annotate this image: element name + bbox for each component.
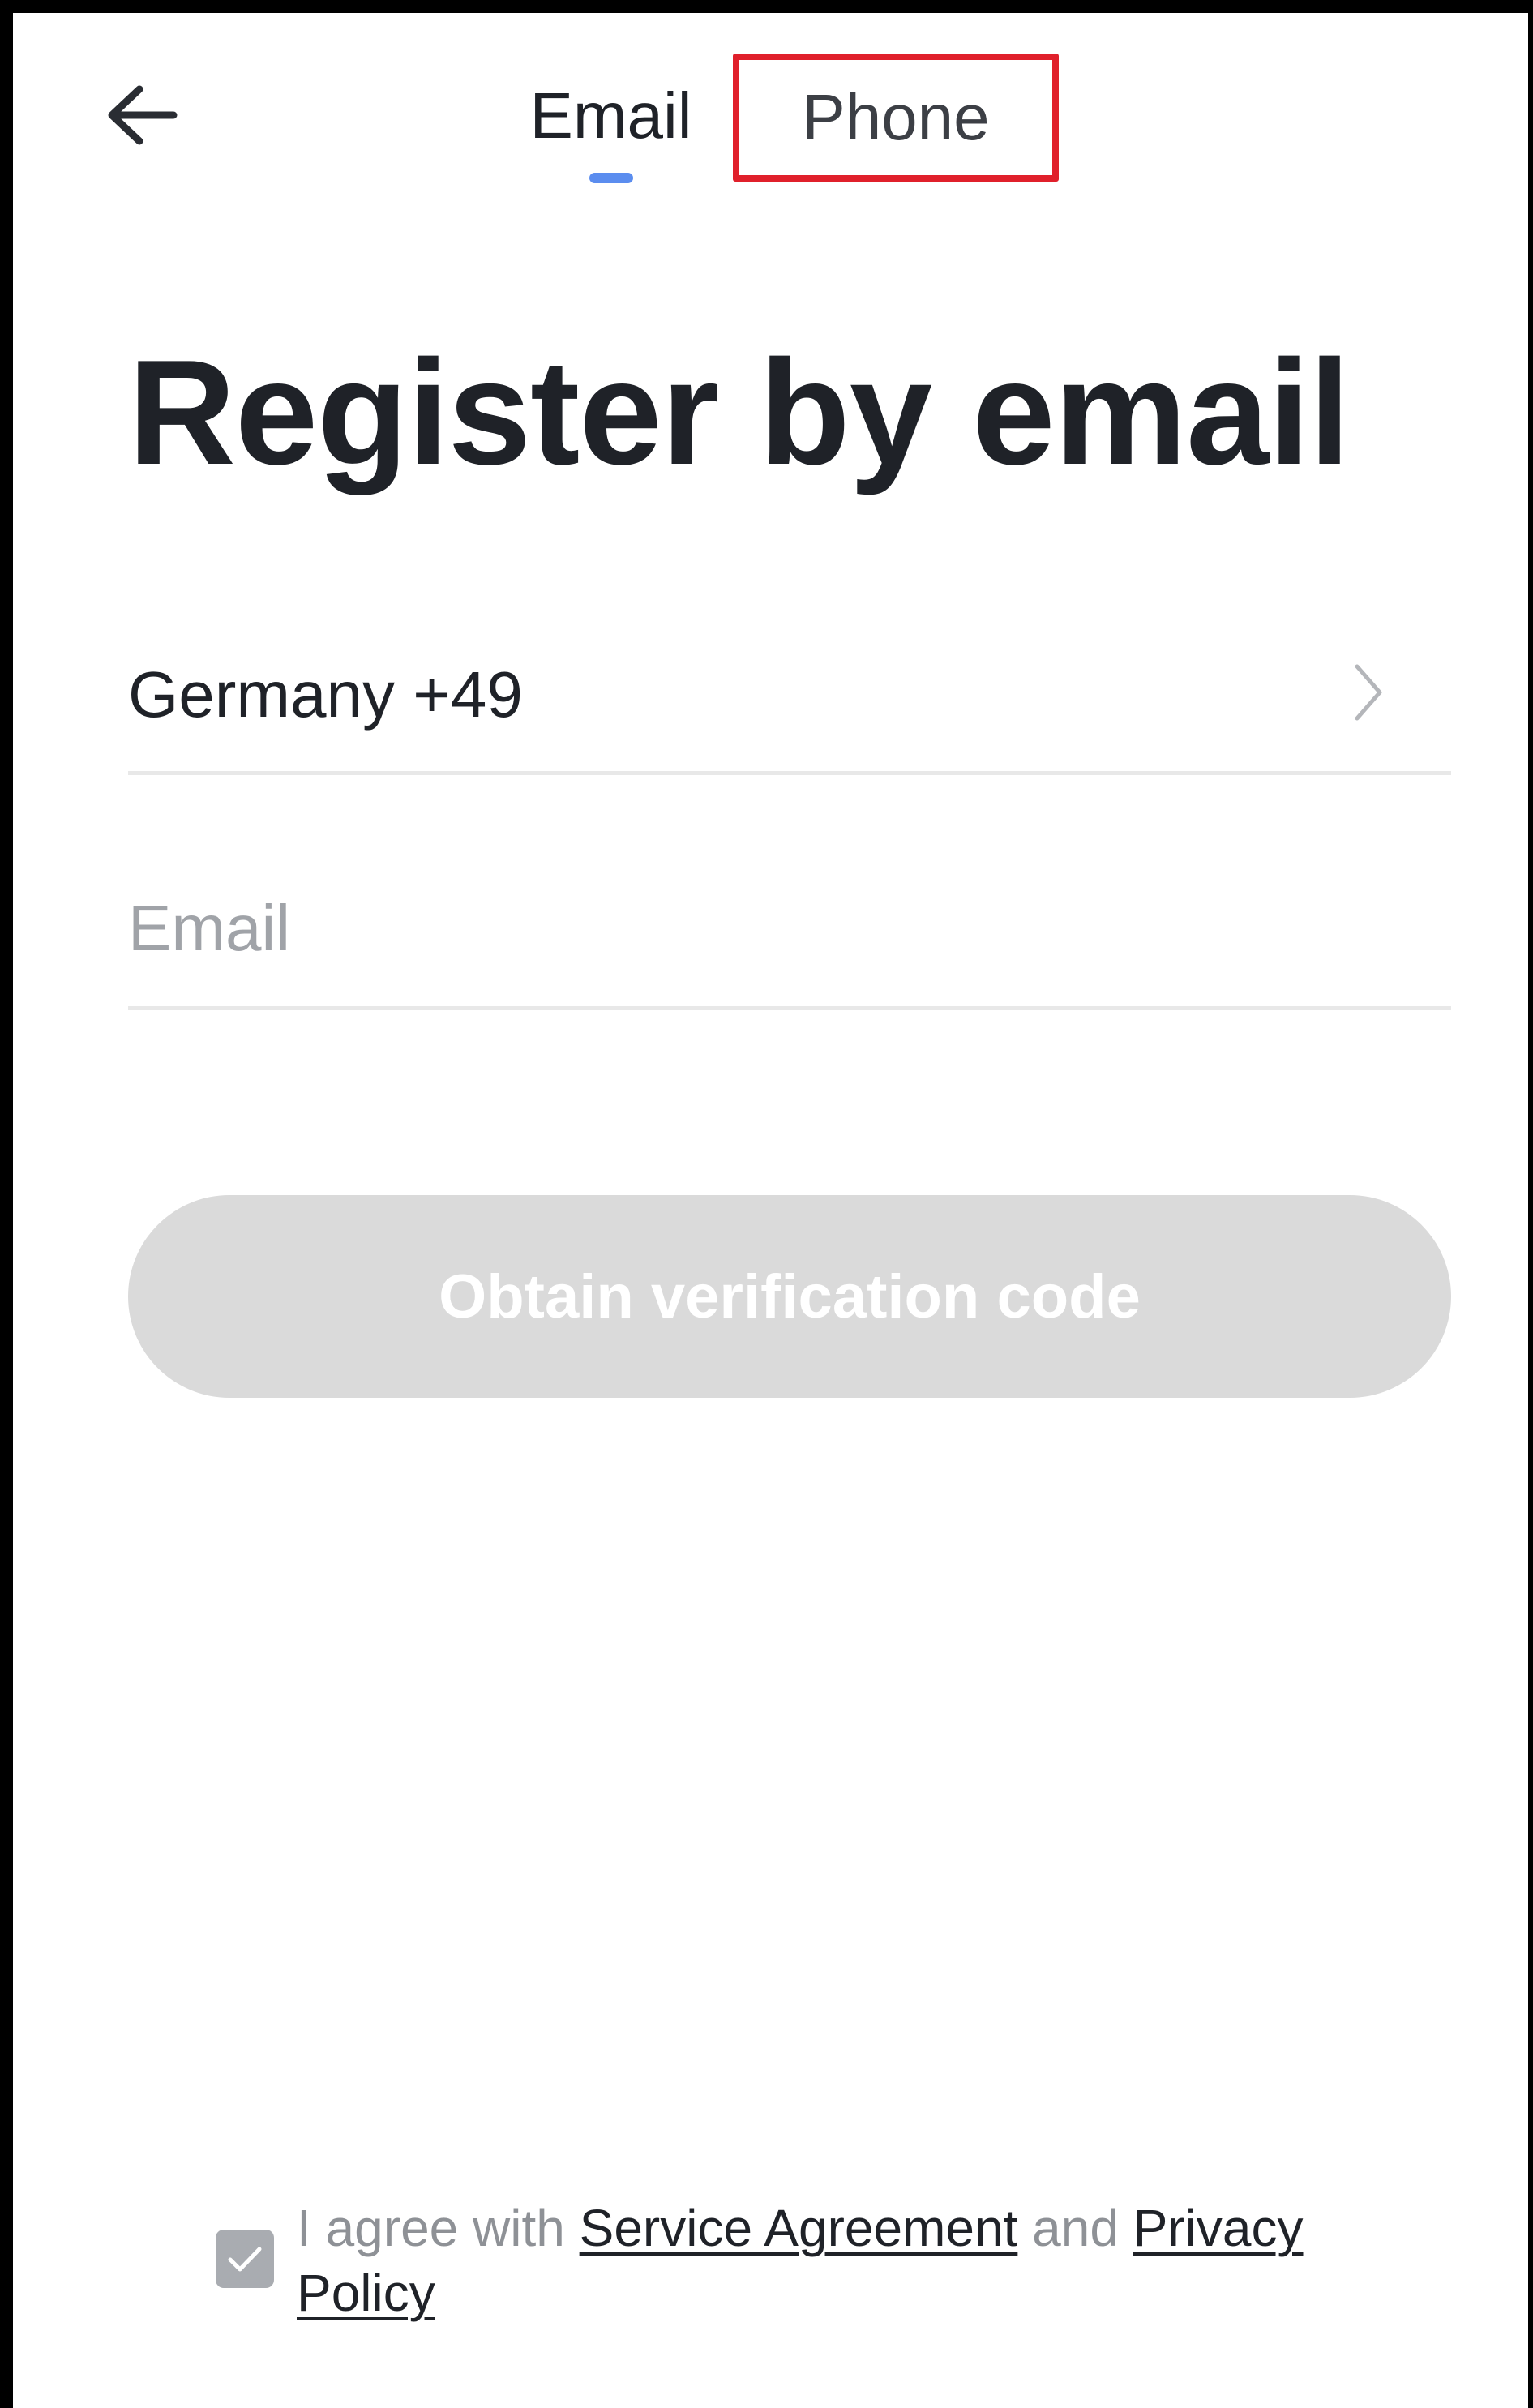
checkmark-icon xyxy=(228,2247,262,2272)
active-tab-indicator xyxy=(589,173,633,183)
agreement-checkbox[interactable] xyxy=(216,2230,274,2288)
country-selector-value: Germany +49 xyxy=(128,658,523,731)
back-button[interactable] xyxy=(101,78,182,152)
obtain-verification-code-button[interactable]: Obtain verification code xyxy=(128,1195,1451,1398)
arrow-left-icon xyxy=(108,85,178,145)
page-title: Register by email xyxy=(128,328,1351,495)
tab-phone[interactable]: Phone xyxy=(733,54,1059,182)
email-field[interactable] xyxy=(128,872,1451,1010)
country-selector[interactable]: Germany +49 xyxy=(128,637,1451,775)
agreement-prefix: I agree with xyxy=(297,2199,565,2257)
service-agreement-link[interactable]: Service Agreement xyxy=(580,2199,1018,2257)
tab-phone-label: Phone xyxy=(802,81,990,153)
agreement-connector: and xyxy=(1032,2199,1119,2257)
agreement-text: I agree with Service Agreement and Priva… xyxy=(297,2196,1415,2325)
tab-email[interactable]: Email xyxy=(524,71,698,161)
chevron-right-icon xyxy=(1355,664,1382,721)
screen-frame: Email Phone Register by email Germany +4… xyxy=(0,0,1533,2408)
